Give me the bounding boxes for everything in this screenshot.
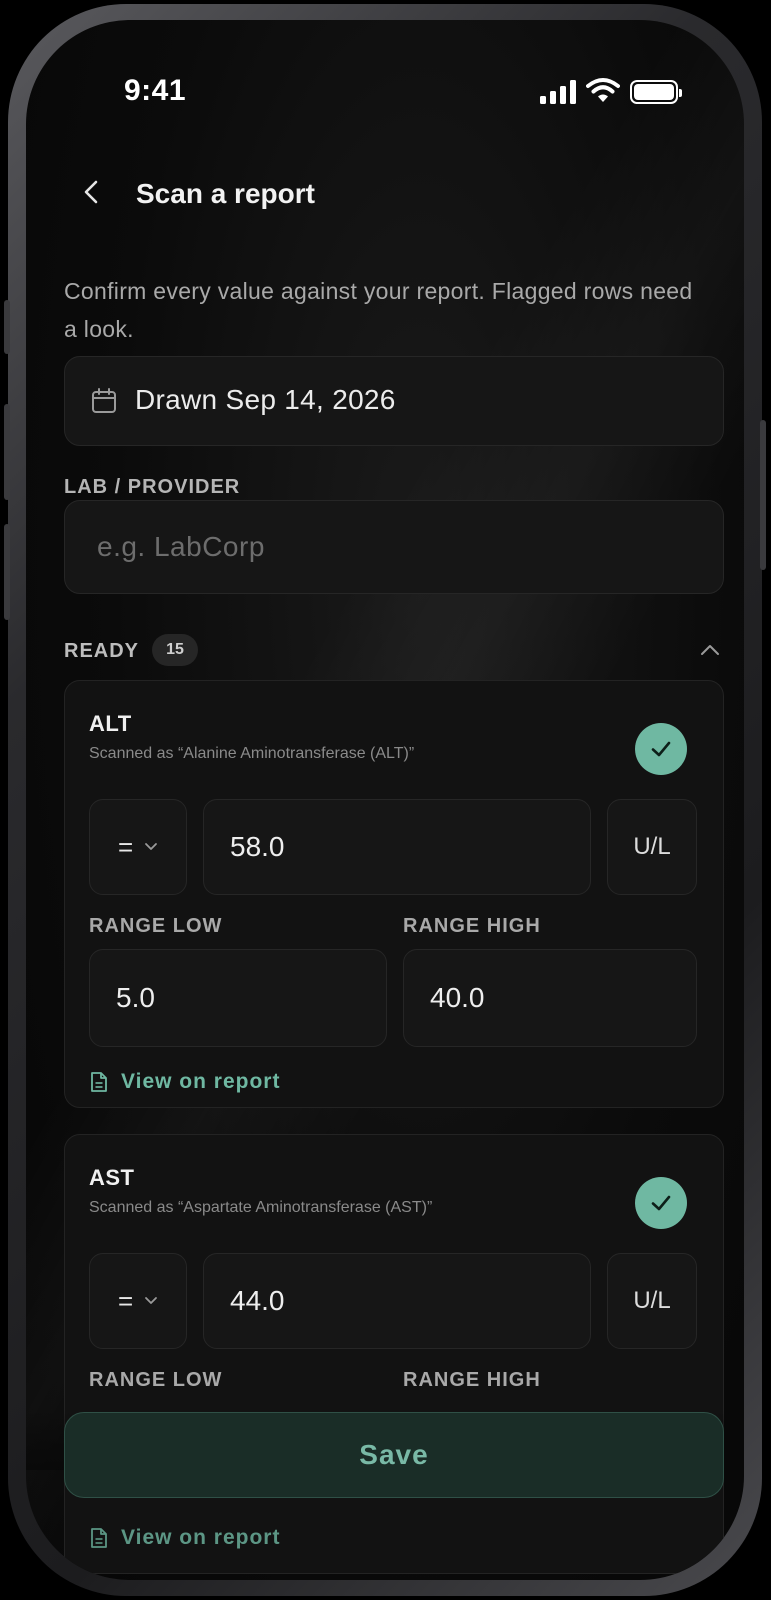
wifi-icon [586, 78, 620, 102]
result-value-input[interactable]: 44.0 [203, 1253, 591, 1349]
range-high-label: RANGE HIGH [403, 915, 541, 937]
calendar-icon [92, 388, 116, 413]
status-time: 9:41 [124, 74, 187, 107]
lab-provider-label: LAB / PROVIDER [64, 476, 241, 498]
unit-select[interactable]: U/L [607, 799, 697, 895]
power-button [760, 420, 766, 570]
unit-value: U/L [633, 833, 671, 860]
ready-section-header[interactable]: READY 15 [64, 632, 724, 672]
chevron-down-icon [145, 843, 157, 850]
scanned-as-text: Scanned as “Aspartate Aminotransferase (… [89, 1199, 433, 1216]
operator-select[interactable]: = [89, 799, 187, 895]
check-icon [651, 741, 671, 757]
back-chevron-icon[interactable] [78, 178, 106, 206]
result-value: 44.0 [230, 1285, 285, 1316]
range-high-value: 40.0 [430, 982, 485, 1013]
operator-value: = [118, 1286, 134, 1316]
range-high-input[interactable]: 40.0 [403, 949, 697, 1047]
intro-text: Confirm every value against your report.… [64, 278, 693, 342]
status-bar: 9:41 [26, 20, 744, 130]
result-card: ALT Scanned as “Alanine Aminotransferase… [64, 680, 724, 1108]
unit-select[interactable]: U/L [607, 1253, 697, 1349]
confirm-check-button[interactable] [635, 1177, 687, 1229]
view-on-report-link[interactable]: View on report [89, 1067, 280, 1097]
result-name: ALT [89, 711, 132, 736]
result-value-input[interactable]: 58.0 [203, 799, 591, 895]
lab-provider-field[interactable] [64, 500, 724, 594]
chevron-down-icon [145, 1297, 157, 1304]
document-icon [91, 1072, 107, 1092]
ready-count-badge: 15 [152, 634, 198, 666]
operator-select[interactable]: = [89, 1253, 187, 1349]
section-title: READY [64, 640, 140, 662]
mute-switch [4, 300, 10, 354]
date-drawn-value: Drawn Sep 14, 2026 [135, 384, 396, 415]
operator-value: = [118, 832, 134, 862]
view-on-report-label: View on report [121, 1526, 281, 1549]
unit-value: U/L [633, 1287, 671, 1314]
lab-provider-input[interactable] [65, 501, 723, 593]
result-card: AST Scanned as “Aspartate Aminotransfera… [64, 1134, 724, 1574]
range-low-label: RANGE LOW [89, 915, 223, 937]
range-high-label: RANGE HIGH [403, 1369, 541, 1391]
screen: 9:41 Scan a report Confirm every value a… [26, 20, 744, 1580]
document-icon [91, 1528, 107, 1548]
range-low-value: 5.0 [116, 982, 155, 1013]
battery-icon [630, 80, 682, 104]
range-low-label: RANGE LOW [89, 1369, 223, 1391]
volume-up-button [4, 404, 10, 500]
save-button[interactable]: Save [64, 1412, 724, 1498]
page-title: Scan a report [136, 178, 315, 209]
scanned-as-text: Scanned as “Alanine Aminotransferase (AL… [89, 745, 415, 762]
range-low-input[interactable]: 5.0 [89, 949, 387, 1047]
chevron-up-icon[interactable] [698, 638, 722, 662]
check-icon [651, 1195, 671, 1211]
phone-frame: 9:41 Scan a report Confirm every value a… [4, 4, 766, 1596]
view-on-report-label: View on report [121, 1070, 281, 1093]
view-on-report-link[interactable]: View on report [89, 1523, 280, 1553]
result-value: 58.0 [230, 831, 285, 862]
date-drawn-field[interactable]: Drawn Sep 14, 2026 [64, 356, 724, 446]
result-name: AST [89, 1165, 135, 1190]
volume-down-button [4, 524, 10, 620]
cellular-signal-icon [540, 80, 576, 104]
confirm-check-button[interactable] [635, 723, 687, 775]
